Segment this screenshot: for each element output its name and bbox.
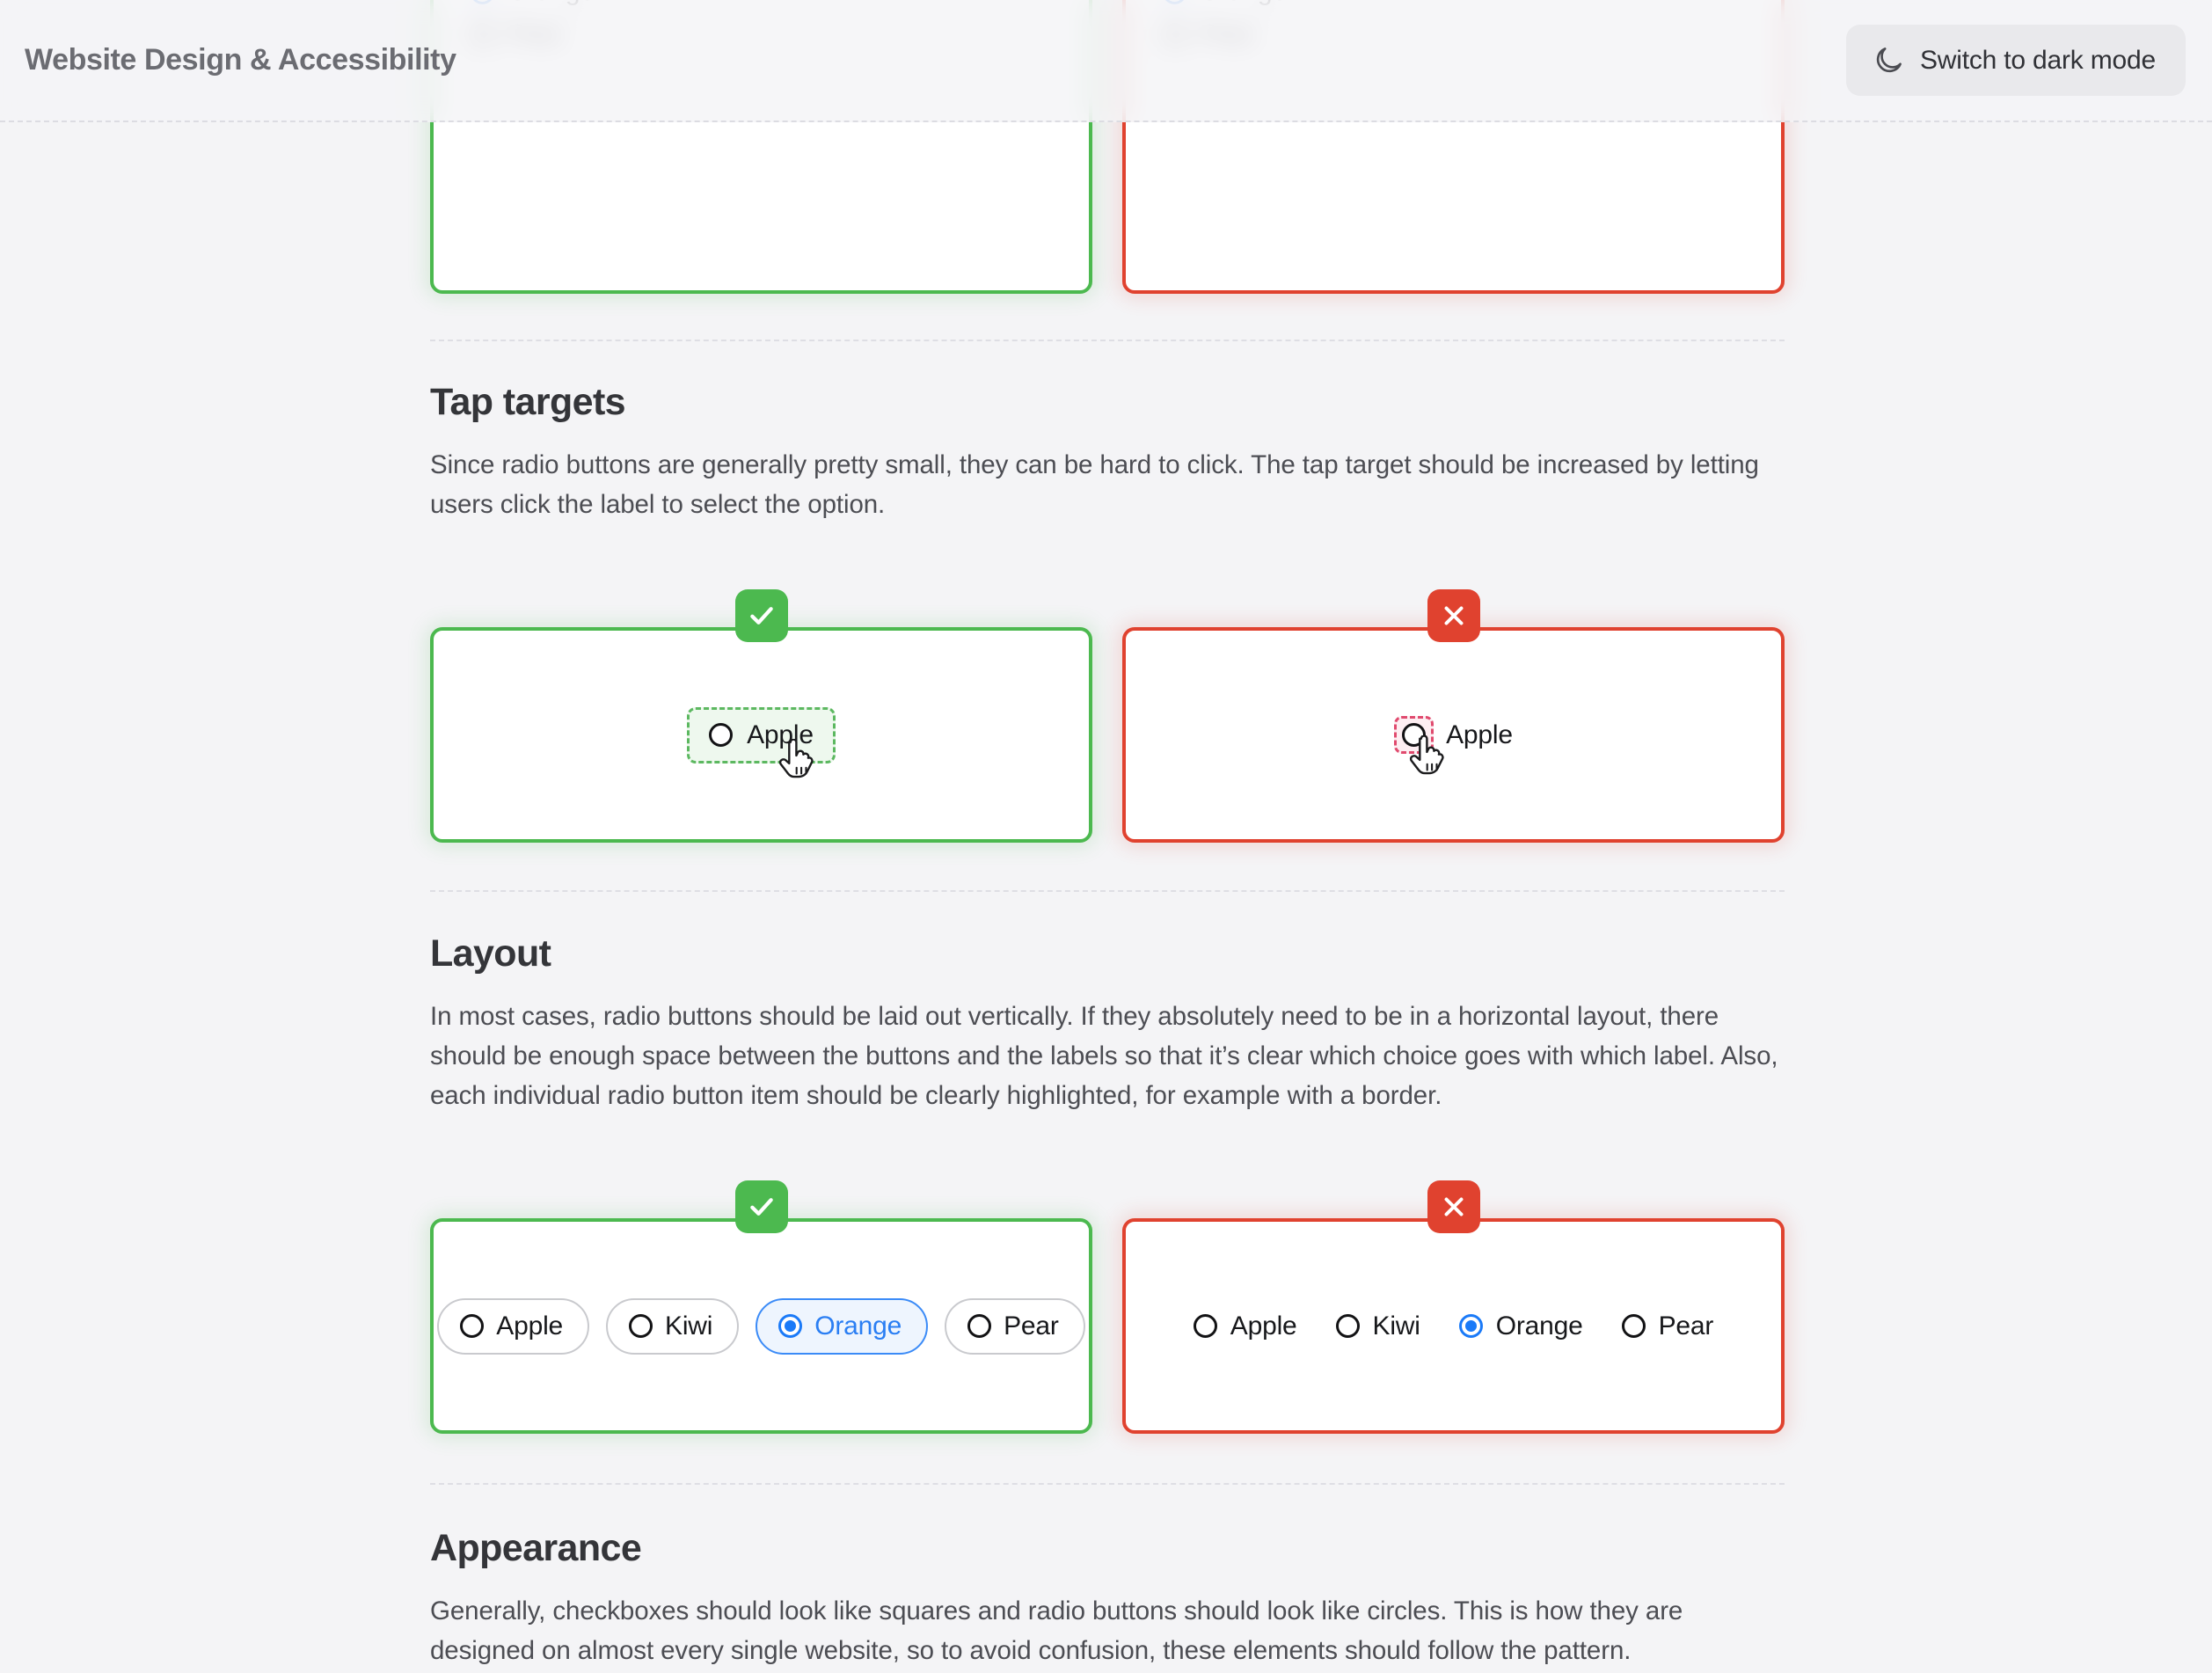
verdict-badge-good xyxy=(734,589,788,642)
verdict-badge-bad xyxy=(1427,589,1480,642)
radio-pill[interactable]: Kiwi xyxy=(606,1297,740,1355)
cross-icon xyxy=(1444,1197,1463,1216)
section-divider xyxy=(430,1483,1785,1485)
good-example-card: Apple Kiwi Orange Pear xyxy=(430,1218,1092,1434)
radio-label: Pear xyxy=(1658,1311,1714,1341)
radio-item[interactable]: Kiwi xyxy=(1335,1311,1420,1341)
tap-target-small[interactable] xyxy=(1394,716,1435,754)
check-icon xyxy=(749,1198,773,1216)
radio-circle-icon[interactable] xyxy=(629,1314,653,1338)
demo-row: Apple Kiwi Orange Pear Apple Kiwi Orange… xyxy=(430,1180,1785,1434)
bad-example-card: Apple xyxy=(1122,627,1785,843)
section-body: In most cases, radio buttons should be l… xyxy=(430,1002,1778,1110)
tap-target-bad-wrap: Apple xyxy=(1394,716,1513,775)
demo-row: Apple Apple xyxy=(430,589,1785,843)
layout-demo-row: Apple Kiwi Orange Pear Apple Kiwi Orange… xyxy=(430,1180,1785,1434)
section-title: Layout xyxy=(430,932,551,975)
divider-wrap-2 xyxy=(430,890,1785,892)
radio-label: Pear xyxy=(1004,1311,1059,1341)
radio-label: Apple xyxy=(747,720,814,749)
radio-label: Orange xyxy=(1495,1311,1583,1341)
radio-label: Apple xyxy=(1230,1311,1297,1341)
section-title: Appearance xyxy=(430,1527,642,1569)
section-body: Since radio buttons are generally pretty… xyxy=(430,450,1759,519)
radio-circle-icon[interactable] xyxy=(709,723,734,747)
radio-group-bad: Apple Kiwi Orange Pear xyxy=(1193,1311,1714,1341)
site-header: Website Design & Accessibility Switch to… xyxy=(0,0,2212,122)
page-root: Orange Pear Orange xyxy=(0,0,2212,1673)
section-title: Tap targets xyxy=(430,381,626,423)
radio-item[interactable]: Apple xyxy=(1394,716,1513,754)
section-tap-targets: Tap targets Since radio buttons are gene… xyxy=(430,381,1785,524)
verdict-badge-good xyxy=(734,1180,788,1233)
radio-circle-icon[interactable] xyxy=(1193,1314,1217,1338)
demo-col-good: Apple Kiwi Orange Pear xyxy=(430,1180,1092,1434)
radio-group-good: Apple Kiwi Orange Pear xyxy=(437,1297,1085,1355)
good-example-card: Apple xyxy=(430,627,1092,843)
verdict-badge-bad xyxy=(1427,1180,1480,1233)
radio-item[interactable]: Pear xyxy=(1621,1311,1714,1341)
theme-toggle-label: Switch to dark mode xyxy=(1920,45,2156,75)
radio-pill[interactable]: Pear xyxy=(945,1297,1085,1355)
theme-toggle-button[interactable]: Switch to dark mode xyxy=(1846,25,2186,96)
tap-target-good-wrap: Apple xyxy=(687,706,836,778)
tap-target-large[interactable]: Apple xyxy=(687,706,836,763)
cross-icon xyxy=(1444,606,1463,625)
radio-label: Apple xyxy=(1446,720,1513,749)
radio-label: Kiwi xyxy=(665,1311,713,1341)
page-title: Website Design & Accessibility xyxy=(25,43,456,77)
radio-item[interactable]: Apple xyxy=(1193,1311,1297,1341)
bad-example-card: Apple Kiwi Orange Pear xyxy=(1122,1218,1785,1434)
radio-circle-icon[interactable] xyxy=(1621,1314,1646,1338)
divider-wrap-3 xyxy=(430,1483,1785,1485)
radio-pill[interactable]: Apple xyxy=(437,1297,590,1355)
tap-targets-demo-row: Apple Apple xyxy=(430,589,1785,843)
radio-circle-icon[interactable] xyxy=(778,1314,803,1338)
moon-icon xyxy=(1876,47,1902,73)
section-layout: Layout In most cases, radio buttons shou… xyxy=(430,932,1785,1115)
demo-col-bad: Apple xyxy=(1122,589,1785,843)
section-divider xyxy=(430,890,1785,892)
section-appearance: Appearance Generally, checkboxes should … xyxy=(430,1527,1785,1670)
radio-circle-icon[interactable] xyxy=(1458,1314,1483,1338)
section-divider xyxy=(430,340,1785,341)
check-icon xyxy=(749,607,773,625)
radio-circle-icon[interactable] xyxy=(1402,723,1427,747)
section-body: Generally, checkboxes should look like s… xyxy=(430,1596,1683,1665)
radio-pill-selected[interactable]: Orange xyxy=(756,1297,929,1355)
demo-col-good: Apple xyxy=(430,589,1092,843)
radio-label: Apple xyxy=(496,1311,564,1341)
radio-item[interactable]: Orange xyxy=(1458,1311,1583,1341)
demo-col-bad: Apple Kiwi Orange Pear xyxy=(1122,1180,1785,1434)
radio-circle-icon[interactable] xyxy=(1335,1314,1360,1338)
radio-circle-icon[interactable] xyxy=(460,1314,485,1338)
radio-label: Orange xyxy=(814,1311,902,1341)
divider-wrap-1 xyxy=(430,340,1785,341)
radio-circle-icon[interactable] xyxy=(967,1314,992,1338)
radio-label: Kiwi xyxy=(1372,1311,1420,1341)
